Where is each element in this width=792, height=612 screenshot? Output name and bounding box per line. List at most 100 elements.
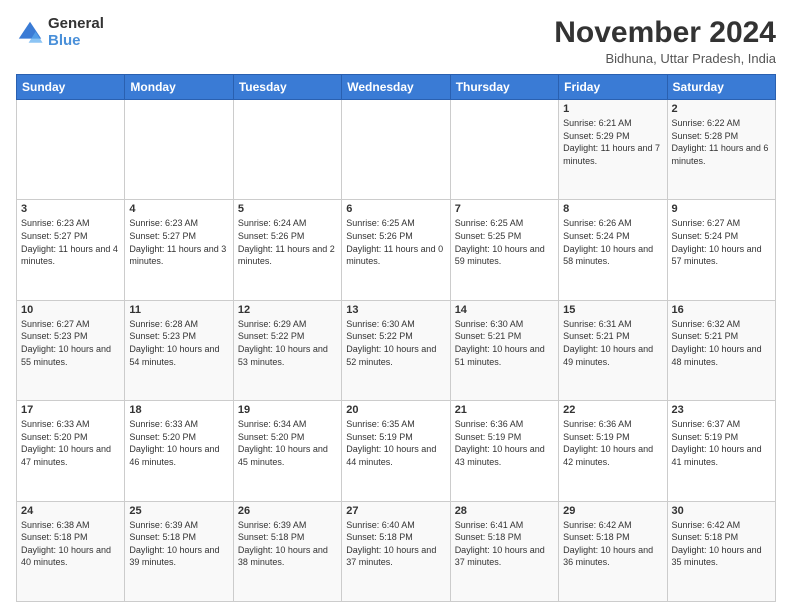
day-number: 23	[672, 404, 771, 416]
location: Bidhuna, Uttar Pradesh, India	[554, 51, 776, 66]
day-number: 19	[238, 404, 337, 416]
day-info: Sunrise: 6:27 AM Sunset: 5:23 PM Dayligh…	[21, 318, 120, 368]
day-info: Sunrise: 6:30 AM Sunset: 5:21 PM Dayligh…	[455, 318, 554, 368]
day-cell	[233, 100, 341, 200]
calendar: Sunday Monday Tuesday Wednesday Thursday…	[16, 74, 776, 602]
day-cell: 21Sunrise: 6:36 AM Sunset: 5:19 PM Dayli…	[450, 401, 558, 501]
day-number: 17	[21, 404, 120, 416]
day-number: 10	[21, 304, 120, 316]
day-cell: 14Sunrise: 6:30 AM Sunset: 5:21 PM Dayli…	[450, 300, 558, 400]
day-cell	[125, 100, 233, 200]
day-info: Sunrise: 6:22 AM Sunset: 5:28 PM Dayligh…	[672, 117, 771, 167]
day-info: Sunrise: 6:33 AM Sunset: 5:20 PM Dayligh…	[21, 418, 120, 468]
day-info: Sunrise: 6:21 AM Sunset: 5:29 PM Dayligh…	[563, 117, 662, 167]
day-info: Sunrise: 6:32 AM Sunset: 5:21 PM Dayligh…	[672, 318, 771, 368]
col-sunday: Sunday	[17, 75, 125, 100]
day-cell: 30 Sunrise: 6:42 AM Sunset: 5:18 PM Dayli…	[667, 501, 775, 601]
day-number: 28	[455, 505, 554, 517]
day-number: 24	[21, 505, 120, 517]
day-number: 26	[238, 505, 337, 517]
day-cell: 22 Sunrise: 6:36 AM Sunset: 5:19 PM Dayli…	[559, 401, 667, 501]
day-info: Sunrise: 6:31 AM Sunset: 5:21 PM Dayligh…	[563, 318, 662, 368]
week-row-3: 10 Sunrise: 6:27 AM Sunset: 5:23 PM Dayli…	[17, 300, 776, 400]
col-saturday: Saturday	[667, 75, 775, 100]
day-info: Sunrise: 6:27 AM Sunset: 5:24 PM Dayligh…	[672, 217, 771, 267]
day-info: Sunrise: 6:42 AM Sunset: 5:18 PM Dayligh…	[563, 519, 662, 569]
day-info: Sunrise: 6:25 AM Sunset: 5:25 PM Dayligh…	[455, 217, 554, 267]
day-number: 9	[672, 203, 771, 215]
day-cell: 25Sunrise: 6:39 AM Sunset: 5:18 PM Dayli…	[125, 501, 233, 601]
logo-general-text: General	[48, 16, 104, 33]
day-info: Sunrise: 6:39 AM Sunset: 5:18 PM Dayligh…	[129, 519, 228, 569]
day-cell: 16Sunrise: 6:32 AM Sunset: 5:21 PM Dayli…	[667, 300, 775, 400]
day-info: Sunrise: 6:30 AM Sunset: 5:22 PM Dayligh…	[346, 318, 445, 368]
page: General Blue November 2024 Bidhuna, Utta…	[0, 0, 792, 612]
day-cell: 11 Sunrise: 6:28 AM Sunset: 5:23 PM Dayli…	[125, 300, 233, 400]
title-section: November 2024 Bidhuna, Uttar Pradesh, In…	[554, 16, 776, 66]
day-cell: 10 Sunrise: 6:27 AM Sunset: 5:23 PM Dayli…	[17, 300, 125, 400]
day-cell: 3 Sunrise: 6:23 AM Sunset: 5:27 PM Daylig…	[17, 200, 125, 300]
day-cell: 23Sunrise: 6:37 AM Sunset: 5:19 PM Dayli…	[667, 401, 775, 501]
day-info: Sunrise: 6:40 AM Sunset: 5:18 PM Dayligh…	[346, 519, 445, 569]
day-cell: 8Sunrise: 6:26 AM Sunset: 5:24 PM Daylig…	[559, 200, 667, 300]
day-info: Sunrise: 6:36 AM Sunset: 5:19 PM Dayligh…	[563, 418, 662, 468]
day-number: 22	[563, 404, 662, 416]
day-cell: 26 Sunrise: 6:39 AM Sunset: 5:18 PM Dayli…	[233, 501, 341, 601]
logo-blue-text: Blue	[48, 33, 104, 50]
day-cell: 18 Sunrise: 6:33 AM Sunset: 5:20 PM Dayli…	[125, 401, 233, 501]
day-info: Sunrise: 6:26 AM Sunset: 5:24 PM Dayligh…	[563, 217, 662, 267]
day-cell: 13Sunrise: 6:30 AM Sunset: 5:22 PM Dayli…	[342, 300, 450, 400]
day-cell: 17 Sunrise: 6:33 AM Sunset: 5:20 PM Dayli…	[17, 401, 125, 501]
day-info: Sunrise: 6:29 AM Sunset: 5:22 PM Dayligh…	[238, 318, 337, 368]
day-cell: 12 Sunrise: 6:29 AM Sunset: 5:22 PM Dayli…	[233, 300, 341, 400]
col-tuesday: Tuesday	[233, 75, 341, 100]
day-number: 12	[238, 304, 337, 316]
day-number: 3	[21, 203, 120, 215]
logo-text: General Blue	[48, 16, 104, 49]
day-info: Sunrise: 6:25 AM Sunset: 5:26 PM Dayligh…	[346, 217, 445, 267]
day-number: 4	[129, 203, 228, 215]
day-cell: 19 Sunrise: 6:34 AM Sunset: 5:20 PM Dayli…	[233, 401, 341, 501]
day-cell: 24 Sunrise: 6:38 AM Sunset: 5:18 PM Dayli…	[17, 501, 125, 601]
day-cell	[450, 100, 558, 200]
day-info: Sunrise: 6:42 AM Sunset: 5:18 PM Dayligh…	[672, 519, 771, 569]
day-cell: 6 Sunrise: 6:25 AM Sunset: 5:26 PM Daylig…	[342, 200, 450, 300]
logo-icon	[16, 19, 44, 47]
day-info: Sunrise: 6:23 AM Sunset: 5:27 PM Dayligh…	[21, 217, 120, 267]
day-number: 21	[455, 404, 554, 416]
day-info: Sunrise: 6:24 AM Sunset: 5:26 PM Dayligh…	[238, 217, 337, 267]
day-info: Sunrise: 6:35 AM Sunset: 5:19 PM Dayligh…	[346, 418, 445, 468]
col-wednesday: Wednesday	[342, 75, 450, 100]
day-cell: 28 Sunrise: 6:41 AM Sunset: 5:18 PM Dayli…	[450, 501, 558, 601]
day-info: Sunrise: 6:34 AM Sunset: 5:20 PM Dayligh…	[238, 418, 337, 468]
day-number: 5	[238, 203, 337, 215]
day-cell: 4Sunrise: 6:23 AM Sunset: 5:27 PM Daylig…	[125, 200, 233, 300]
day-cell	[17, 100, 125, 200]
day-cell: 5 Sunrise: 6:24 AM Sunset: 5:26 PM Daylig…	[233, 200, 341, 300]
day-cell: 20Sunrise: 6:35 AM Sunset: 5:19 PM Dayli…	[342, 401, 450, 501]
day-info: Sunrise: 6:38 AM Sunset: 5:18 PM Dayligh…	[21, 519, 120, 569]
day-number: 30	[672, 505, 771, 517]
day-cell: 15 Sunrise: 6:31 AM Sunset: 5:21 PM Dayli…	[559, 300, 667, 400]
day-number: 18	[129, 404, 228, 416]
day-cell: 7 Sunrise: 6:25 AM Sunset: 5:25 PM Daylig…	[450, 200, 558, 300]
day-number: 29	[563, 505, 662, 517]
day-info: Sunrise: 6:41 AM Sunset: 5:18 PM Dayligh…	[455, 519, 554, 569]
day-number: 7	[455, 203, 554, 215]
day-cell: 2 Sunrise: 6:22 AM Sunset: 5:28 PM Daylig…	[667, 100, 775, 200]
day-number: 6	[346, 203, 445, 215]
day-info: Sunrise: 6:39 AM Sunset: 5:18 PM Dayligh…	[238, 519, 337, 569]
logo: General Blue	[16, 16, 104, 49]
day-cell: 1Sunrise: 6:21 AM Sunset: 5:29 PM Daylig…	[559, 100, 667, 200]
day-info: Sunrise: 6:33 AM Sunset: 5:20 PM Dayligh…	[129, 418, 228, 468]
day-cell: 9 Sunrise: 6:27 AM Sunset: 5:24 PM Daylig…	[667, 200, 775, 300]
week-row-2: 3 Sunrise: 6:23 AM Sunset: 5:27 PM Daylig…	[17, 200, 776, 300]
day-info: Sunrise: 6:28 AM Sunset: 5:23 PM Dayligh…	[129, 318, 228, 368]
col-friday: Friday	[559, 75, 667, 100]
week-row-4: 17 Sunrise: 6:33 AM Sunset: 5:20 PM Dayli…	[17, 401, 776, 501]
day-number: 11	[129, 304, 228, 316]
calendar-table: Sunday Monday Tuesday Wednesday Thursday…	[16, 74, 776, 602]
week-row-1: 1Sunrise: 6:21 AM Sunset: 5:29 PM Daylig…	[17, 100, 776, 200]
day-number: 15	[563, 304, 662, 316]
day-number: 2	[672, 103, 771, 115]
